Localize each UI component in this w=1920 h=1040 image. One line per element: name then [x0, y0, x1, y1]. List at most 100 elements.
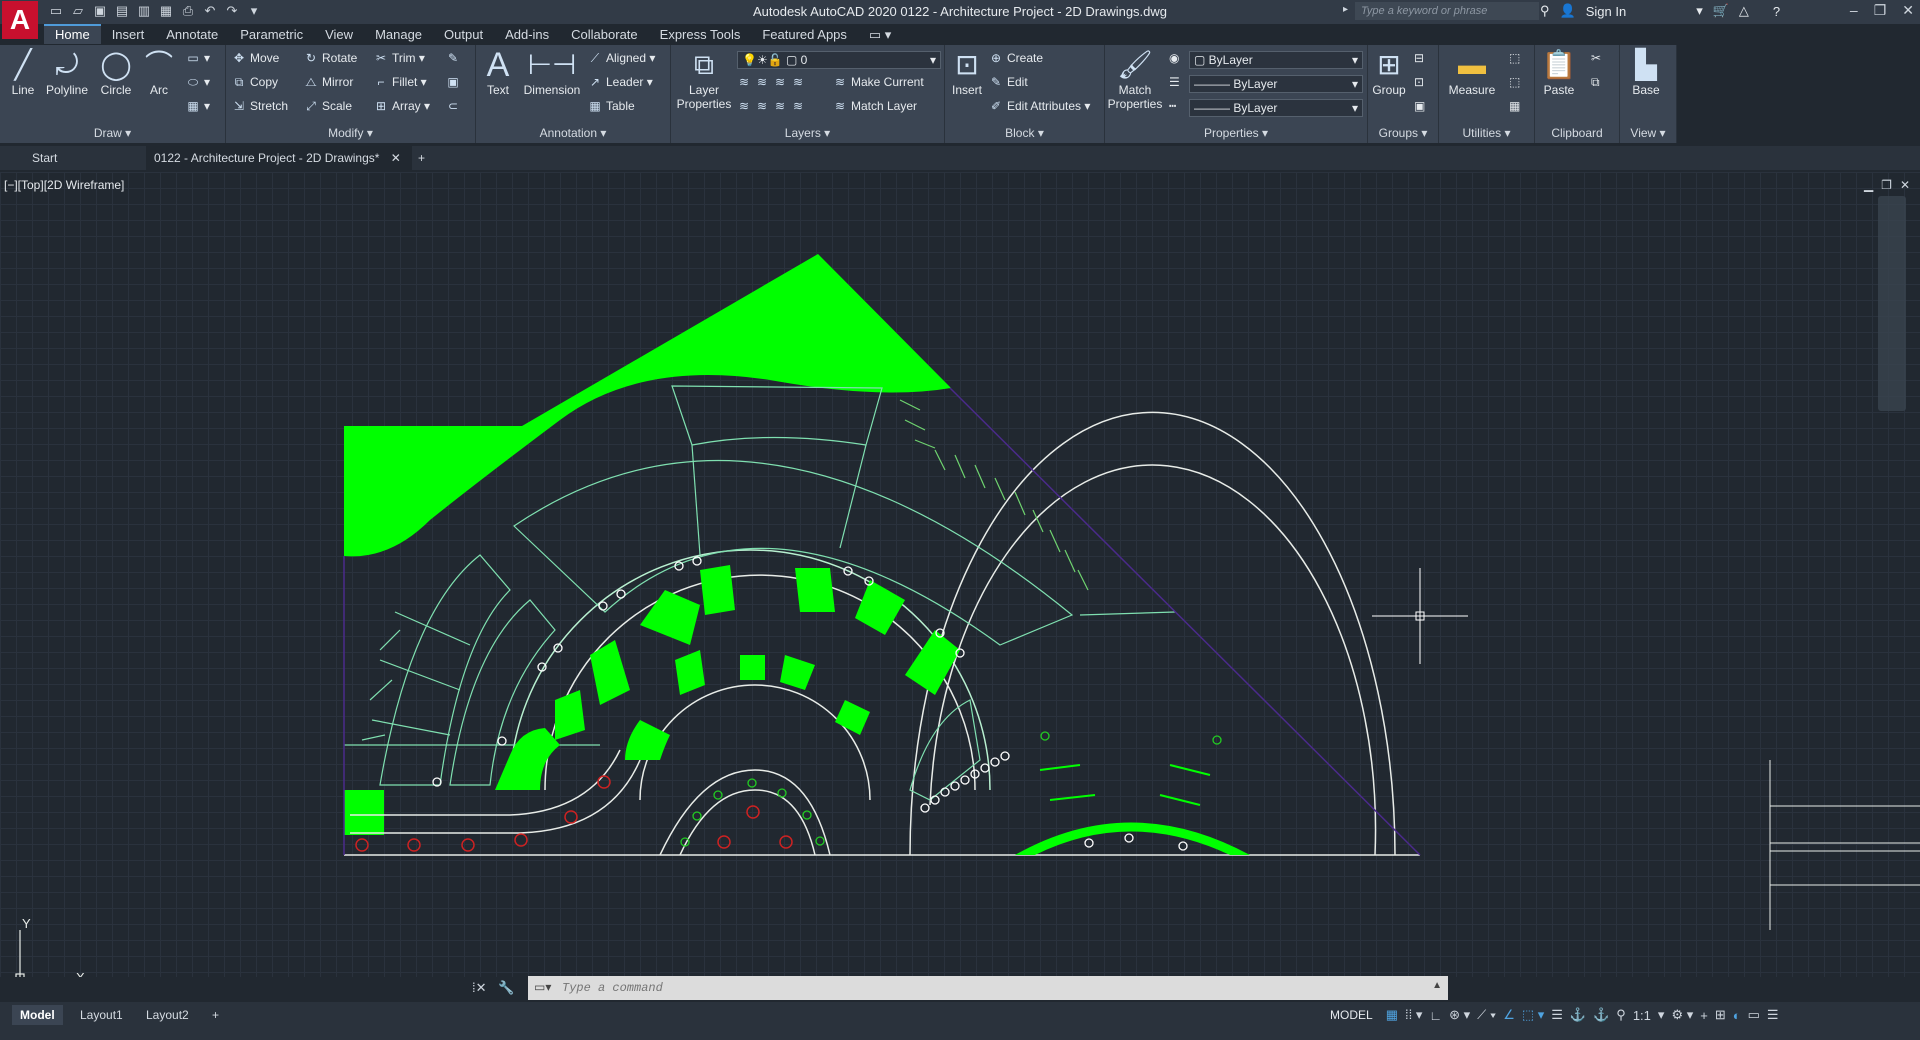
- units-icon[interactable]: ⊞: [1715, 1007, 1726, 1023]
- command-prompt-icon[interactable]: ▭▾: [534, 980, 551, 994]
- lineweight-dropdown[interactable]: ——— ByLayer ▾: [1189, 75, 1363, 93]
- panel-modify-label[interactable]: Modify ▾: [226, 126, 475, 140]
- copy-button[interactable]: ⧉ Copy: [232, 75, 278, 90]
- match-layer-button[interactable]: ≋ Match Layer: [833, 99, 917, 113]
- hatch-button[interactable]: ▦ ▾: [186, 99, 210, 113]
- minimize-icon[interactable]: –: [1850, 2, 1858, 19]
- tab-annotate[interactable]: Annotate: [155, 24, 229, 44]
- new-tab-icon[interactable]: +: [418, 146, 425, 170]
- close-tab-icon[interactable]: ✕: [391, 151, 401, 165]
- open-file-icon[interactable]: ▱: [70, 3, 86, 19]
- panel-utilities-label[interactable]: Utilities ▾: [1439, 126, 1534, 140]
- save-to-web-icon[interactable]: ▦: [158, 3, 174, 19]
- isolate-objects-icon[interactable]: ◐: [1733, 1008, 1741, 1023]
- layer-tools-row-1[interactable]: ≋ ≋ ≋ ≋: [737, 75, 809, 89]
- panel-properties-label[interactable]: Properties ▾: [1105, 126, 1367, 140]
- application-menu-button[interactable]: A: [2, 1, 38, 39]
- erase-button[interactable]: ✎: [446, 51, 464, 65]
- annotation-monitor-icon[interactable]: +: [1700, 1008, 1708, 1023]
- layer-dropdown[interactable]: 💡☀🔓 ▢ 0 ▾: [737, 51, 941, 69]
- insert-button[interactable]: ⊡ Insert: [947, 49, 987, 97]
- model-space-button[interactable]: MODEL: [1330, 1008, 1373, 1022]
- edit-attributes-button[interactable]: ✐ Edit Attributes ▾: [989, 99, 1090, 113]
- rectangle-button[interactable]: ▭ ▾: [186, 51, 210, 65]
- command-close-icon[interactable]: ⁞✕: [472, 980, 487, 995]
- move-button[interactable]: ✥ Move: [232, 51, 279, 65]
- explode-button[interactable]: ▣: [446, 75, 464, 89]
- tab-model[interactable]: Model: [12, 1005, 63, 1025]
- offset-button[interactable]: ⊂: [446, 99, 464, 113]
- chevron-down-icon[interactable]: ▾: [1696, 3, 1703, 19]
- panel-annotation-label[interactable]: Annotation ▾: [476, 126, 670, 140]
- sign-in-link[interactable]: Sign In: [1586, 4, 1626, 19]
- make-current-button[interactable]: ≋ Make Current: [833, 75, 924, 89]
- layer-properties-button[interactable]: ⧉ Layer Properties: [673, 49, 735, 111]
- group-select-icon[interactable]: ▣: [1414, 99, 1425, 113]
- leader-button[interactable]: ↗ Leader ▾: [588, 75, 653, 89]
- ellipse-button[interactable]: ⬭ ▾: [186, 75, 210, 90]
- panel-block-label[interactable]: Block ▾: [945, 126, 1104, 140]
- group-button[interactable]: ⊞ Group: [1370, 49, 1408, 97]
- table-button[interactable]: ▦ Table: [588, 99, 634, 113]
- select-similar-icon[interactable]: ⬚: [1509, 51, 1520, 65]
- panel-view-label[interactable]: View ▾: [1620, 126, 1676, 140]
- tab-start[interactable]: Start: [32, 146, 142, 170]
- customization-menu-icon[interactable]: ☰: [1767, 1007, 1779, 1023]
- customize-toolbar-icon[interactable]: ▾: [246, 3, 262, 19]
- annotation-scale-icon[interactable]: ⚲: [1616, 1007, 1626, 1023]
- edit-block-button[interactable]: ✎ Edit: [989, 75, 1028, 89]
- ortho-icon[interactable]: ∟: [1429, 1008, 1442, 1023]
- text-button[interactable]: A Text: [480, 48, 516, 97]
- panel-layers-label[interactable]: Layers ▾: [671, 126, 944, 140]
- quick-select-icon[interactable]: ⬚: [1509, 75, 1520, 89]
- object-snap-tracking-icon[interactable]: ∠: [1503, 1007, 1515, 1023]
- tab-insert[interactable]: Insert: [101, 24, 156, 44]
- command-input[interactable]: [562, 976, 1422, 1000]
- open-from-web-icon[interactable]: ▥: [136, 3, 152, 19]
- group-edit-icon[interactable]: ⊡: [1414, 75, 1424, 89]
- auto-scale-icon[interactable]: ⚓: [1593, 1007, 1609, 1023]
- search-input[interactable]: Type a keyword or phrase: [1355, 2, 1539, 20]
- line-button[interactable]: ╱ Line: [6, 49, 40, 97]
- grid-icon[interactable]: ▦: [1386, 1007, 1398, 1023]
- save-icon[interactable]: ▣: [92, 3, 108, 19]
- tab-manage[interactable]: Manage: [364, 24, 433, 44]
- tab-parametric[interactable]: Parametric: [229, 24, 314, 44]
- copy-clip-icon[interactable]: ⧉: [1591, 75, 1600, 90]
- scale-button[interactable]: ⤢ Scale: [304, 99, 352, 114]
- polyline-button[interactable]: ⤾ Polyline: [42, 49, 92, 97]
- a360-icon[interactable]: △: [1739, 3, 1749, 19]
- linetype-dropdown[interactable]: ——— ByLayer ▾: [1189, 99, 1363, 117]
- object-snap-icon[interactable]: ⬚ ▾: [1522, 1007, 1544, 1023]
- cart-icon[interactable]: 🛒: [1713, 3, 1729, 19]
- calculator-icon[interactable]: ▦: [1509, 99, 1520, 113]
- tab-output[interactable]: Output: [433, 24, 494, 44]
- help-icon[interactable]: ?: [1773, 4, 1780, 19]
- panel-draw-label[interactable]: Draw ▾: [0, 126, 225, 140]
- color-wheel-icon[interactable]: ◉: [1169, 51, 1179, 65]
- plot-icon[interactable]: ⎙: [180, 3, 196, 19]
- measure-button[interactable]: ▬ Measure: [1443, 49, 1501, 97]
- rotate-button[interactable]: ↻ Rotate: [304, 51, 357, 65]
- close-icon[interactable]: ✕: [1902, 2, 1914, 19]
- match-properties-button[interactable]: 🖌 Match Properties: [1107, 49, 1163, 111]
- mirror-button[interactable]: ⧍ Mirror: [304, 75, 353, 90]
- circle-button[interactable]: ◯ Circle: [96, 49, 136, 97]
- tab-featured-apps[interactable]: Featured Apps: [751, 24, 858, 44]
- snap-icon[interactable]: ⁞⁞ ▾: [1405, 1007, 1422, 1023]
- search-expand-icon[interactable]: ▸: [1343, 4, 1348, 15]
- paste-button[interactable]: 📋 Paste: [1539, 49, 1579, 97]
- tab-add-ins[interactable]: Add-ins: [494, 24, 560, 44]
- workspace-gear-icon[interactable]: ⚙ ▾: [1671, 1007, 1693, 1023]
- scale-dropdown-icon[interactable]: ▾: [1658, 1007, 1665, 1023]
- panel-groups-label[interactable]: Groups ▾: [1368, 126, 1438, 140]
- polar-icon[interactable]: ⊛ ▾: [1449, 1007, 1470, 1023]
- tab-view[interactable]: View: [314, 24, 364, 44]
- trim-button[interactable]: ✂ Trim ▾: [374, 51, 425, 65]
- ribbon-display-toggle-icon[interactable]: ▭ ▾: [858, 24, 902, 44]
- arc-button[interactable]: ⌒ Arc: [142, 49, 176, 97]
- tab-layout2[interactable]: Layout2: [138, 1005, 197, 1025]
- binoculars-icon[interactable]: ⚲: [1540, 3, 1550, 19]
- tab-active-drawing[interactable]: 0122 - Architecture Project - 2D Drawing…: [146, 146, 412, 170]
- save-as-icon[interactable]: ▤: [114, 3, 130, 19]
